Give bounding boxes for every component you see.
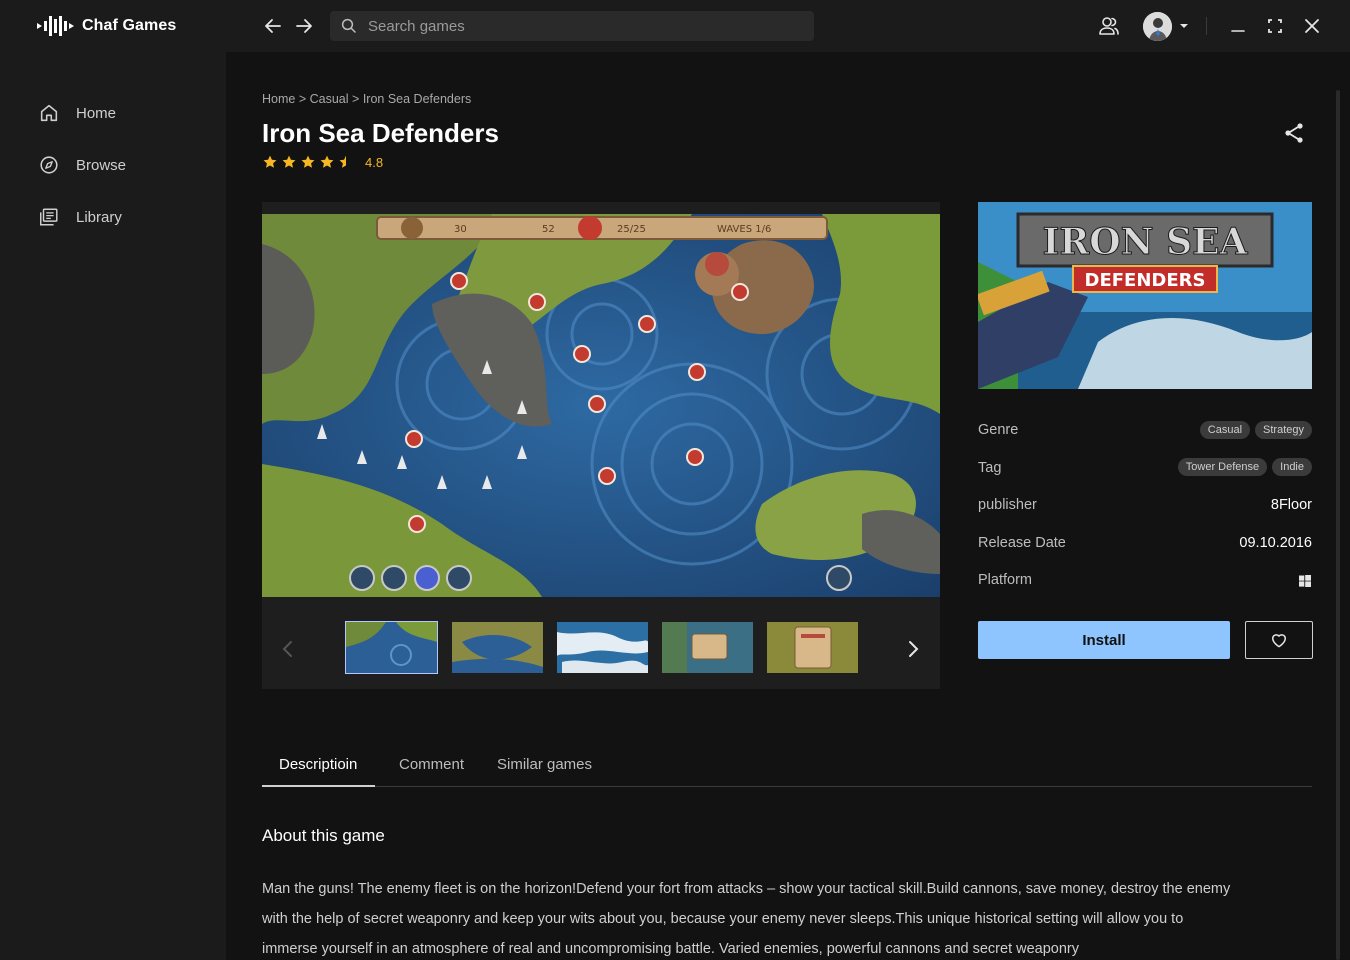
thumbnail[interactable] — [662, 622, 753, 673]
media-gallery: 30 52 25/25 WAVES 1/6 — [262, 202, 940, 689]
breadcrumb: Home > Casual > Iron Sea Defenders — [262, 92, 471, 106]
thumbnail-image — [452, 622, 543, 673]
thumbnail-image — [767, 622, 858, 673]
search-input[interactable] — [368, 17, 788, 35]
half-star-icon — [339, 155, 346, 168]
tab-description[interactable]: Descriptioin — [279, 756, 357, 773]
about-text: Man the guns! The enemy fleet is on the … — [262, 881, 1231, 957]
publisher-label: publisher — [978, 497, 1037, 513]
maximize-icon[interactable] — [1263, 14, 1287, 38]
logo-icon — [37, 16, 74, 36]
cover-title-line2: DEFENDERS — [1085, 270, 1206, 291]
hud-waves: WAVES 1/6 — [717, 224, 771, 235]
breadcrumb-current: Iron Sea Defenders — [362, 92, 472, 106]
sidebar-item-library[interactable]: Library — [38, 206, 122, 228]
thumbnail[interactable] — [345, 621, 438, 674]
star-rating: 4.8 — [262, 154, 383, 170]
close-icon[interactable] — [1300, 14, 1324, 38]
tag-chip[interactable]: Tower Defense — [1177, 458, 1268, 476]
sidebar-item-label: Browse — [76, 156, 127, 174]
genre-label: Genre — [978, 422, 1019, 438]
tab-comment[interactable]: Comment — [399, 756, 464, 773]
library-icon — [40, 208, 58, 226]
cover-image: IRON SEA DEFENDERS — [978, 202, 1312, 389]
genre-chip[interactable]: Casual — [1199, 421, 1251, 439]
cover-title-line1: IRON SEA — [1043, 221, 1249, 263]
platform-label: Platform — [978, 572, 1032, 588]
breadcrumb-separator: > — [298, 92, 307, 106]
top-bar: Chaf Games — [0, 0, 1350, 52]
sidebar-item-browse[interactable]: Browse — [38, 154, 126, 176]
thumbnail-image — [557, 622, 648, 673]
tab-similar-games[interactable]: Similar games — [497, 756, 592, 773]
breadcrumb-home[interactable]: Home — [262, 92, 295, 106]
hud-lives: 25/25 — [617, 224, 646, 235]
thumbnail[interactable] — [452, 622, 543, 673]
breadcrumb-separator: > — [352, 92, 360, 106]
star-icon — [320, 155, 334, 168]
tab-bar: Descriptioin Comment Similar games — [262, 750, 1312, 787]
share-icon[interactable] — [1282, 121, 1306, 145]
heart-icon — [1272, 634, 1286, 648]
tag-label: Tag — [978, 460, 1002, 476]
thumbnail[interactable] — [557, 622, 648, 673]
back-arrow-icon[interactable] — [261, 14, 285, 38]
page-title: Iron Sea Defenders — [262, 118, 499, 148]
app-logo[interactable]: Chaf Games — [36, 14, 176, 38]
install-button[interactable]: Install — [978, 621, 1230, 659]
tag-chips: Tower Defense Indie — [1177, 458, 1312, 476]
user-avatar-image — [1143, 12, 1172, 41]
windows-icon — [1299, 575, 1311, 587]
game-screenshot-image: 30 52 25/25 WAVES 1/6 — [262, 214, 940, 597]
thumbnail-carousel — [262, 607, 940, 689]
compass-icon — [40, 156, 58, 174]
release-date-label: Release Date — [978, 535, 1066, 551]
hud-anchor: 52 — [542, 224, 555, 235]
search-icon — [341, 18, 356, 33]
divider — [1206, 17, 1207, 35]
breadcrumb-casual[interactable]: Casual — [310, 92, 349, 106]
cover-art: IRON SEA DEFENDERS — [978, 202, 1312, 389]
active-tab-indicator — [262, 785, 375, 787]
genre-chips: Casual Strategy — [1199, 421, 1312, 439]
release-date-value: 09.10.2016 — [1239, 535, 1312, 551]
genre-chip[interactable]: Strategy — [1255, 421, 1312, 439]
star-icon — [282, 155, 296, 168]
star-icon — [301, 155, 315, 168]
hud-gold: 30 — [454, 224, 467, 235]
chevron-left-icon[interactable] — [276, 637, 300, 661]
thumbnail-image — [346, 622, 437, 673]
home-icon — [40, 104, 58, 122]
thumbnail-image — [662, 622, 753, 673]
scrollbar[interactable] — [1336, 90, 1340, 960]
search-bar[interactable] — [330, 11, 814, 41]
main-screenshot[interactable]: 30 52 25/25 WAVES 1/6 — [262, 214, 940, 597]
forward-arrow-icon[interactable] — [292, 14, 316, 38]
star-icon — [263, 155, 277, 168]
tag-chip[interactable]: Indie — [1272, 458, 1312, 476]
sidebar-item-home[interactable]: Home — [38, 102, 116, 124]
sidebar-item-label: Library — [76, 208, 122, 226]
sidebar: Home Browse Library — [0, 52, 226, 960]
avatar[interactable] — [1143, 12, 1172, 41]
publisher-value: 8Floor — [1270, 497, 1312, 513]
sidebar-item-label: Home — [76, 104, 117, 122]
minimize-icon[interactable] — [1226, 14, 1250, 38]
about-title: About this game — [262, 826, 385, 845]
friends-icon[interactable] — [1097, 14, 1121, 38]
rating-value: 4.8 — [365, 154, 384, 170]
chevron-right-icon[interactable] — [901, 637, 925, 661]
chevron-down-icon[interactable] — [1176, 14, 1192, 38]
app-name: Chaf Games — [82, 17, 177, 34]
favorite-button[interactable] — [1245, 621, 1313, 659]
thumbnail[interactable] — [767, 622, 858, 673]
